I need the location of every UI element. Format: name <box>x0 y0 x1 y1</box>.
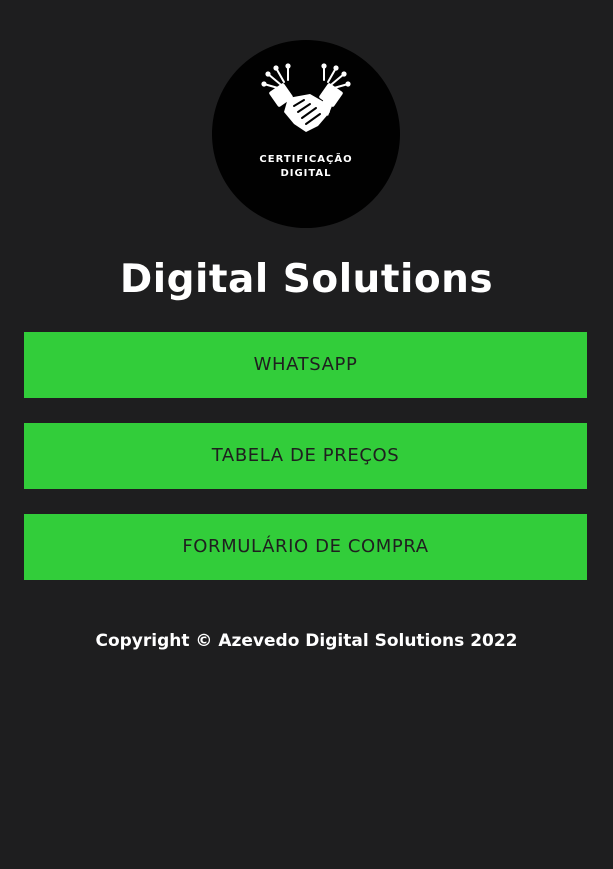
logo-text-line1: CERTIFICAÇÃO <box>259 154 353 165</box>
logo: CERTIFICAÇÃO DIGITAL <box>212 40 400 228</box>
handshake-circuit-icon <box>261 63 351 132</box>
whatsapp-button[interactable]: WHATSAPP <box>24 332 587 398</box>
price-table-button[interactable]: TABELA DE PREÇOS <box>24 423 587 489</box>
page-title: Digital Solutions <box>119 257 494 302</box>
logo-text-line2: DIGITAL <box>280 168 332 179</box>
copyright-text: Copyright © Azevedo Digital Solutions 20… <box>95 631 518 651</box>
purchase-form-button[interactable]: FORMULÁRIO DE COMPRA <box>24 514 587 580</box>
